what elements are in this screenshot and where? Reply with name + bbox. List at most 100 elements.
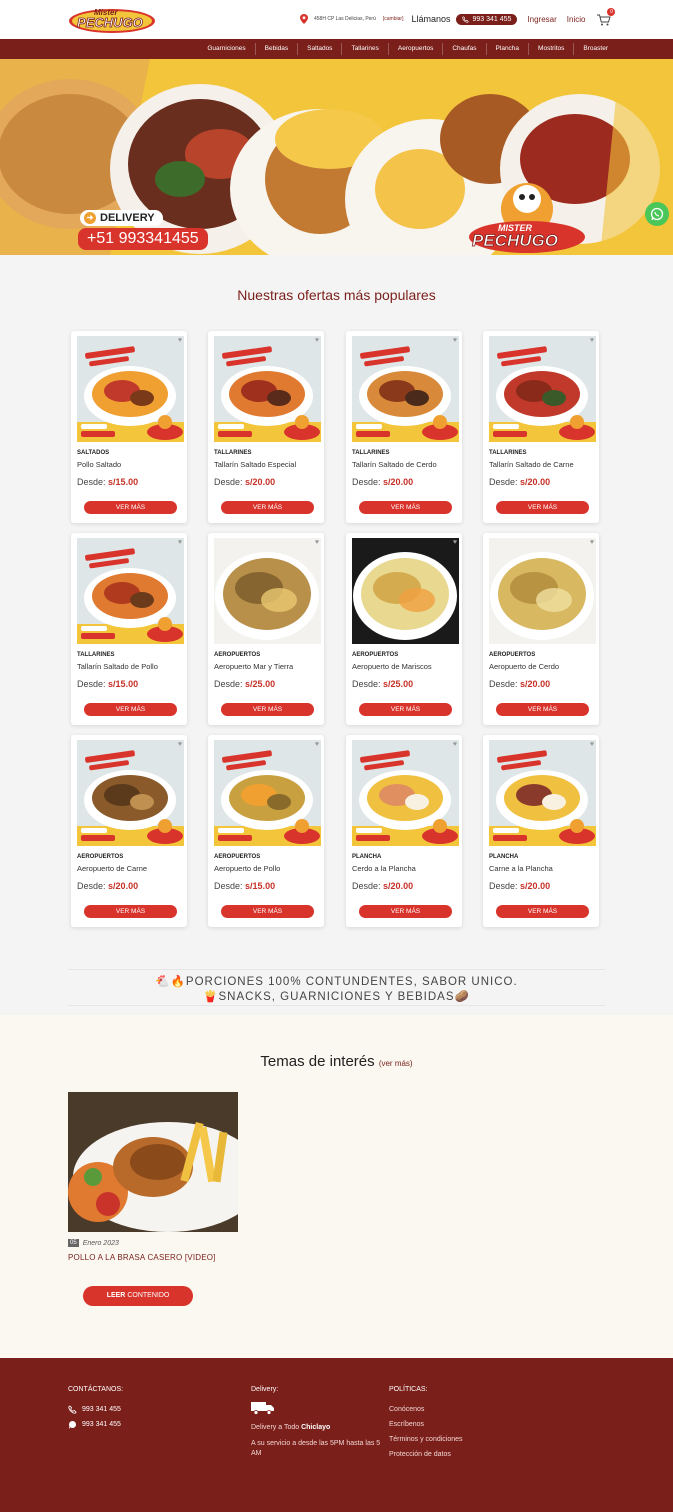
product-image[interactable]: [489, 740, 596, 846]
favorite-heart-icon[interactable]: ♥: [178, 741, 182, 748]
product-card[interactable]: ♥ TALLARINES Tallarín Saltado Especial Desd…: [208, 331, 324, 523]
price-prefix: Desde:: [489, 881, 518, 891]
product-name[interactable]: Aeropuerto de Cerdo: [489, 662, 597, 671]
menu-item-saltados[interactable]: Saltados: [297, 43, 341, 55]
product-card[interactable]: ♥ PLANCHA Carne a la Plancha Desde: s/20.00…: [483, 735, 599, 927]
policy-link-proteccion[interactable]: Protección de datos: [389, 1450, 469, 1459]
product-image[interactable]: [352, 538, 459, 644]
product-image[interactable]: [214, 336, 321, 442]
footer-policies-column: POLÍTICAS: Conócenos Escríbenos Términos…: [389, 1386, 469, 1465]
favorite-heart-icon[interactable]: ♥: [315, 741, 319, 748]
change-address-link[interactable]: [cambiar]: [383, 16, 404, 22]
product-card[interactable]: ♥ AEROPUERTOS Aeropuerto de Cerdo Desde: s/…: [483, 533, 599, 725]
product-image[interactable]: [489, 336, 596, 442]
see-more-button[interactable]: VER MÁS: [84, 905, 177, 918]
price-value: s/15.00: [245, 881, 276, 891]
menu-item-bebidas[interactable]: Bebidas: [254, 43, 298, 55]
product-name[interactable]: Aeropuerto de Mariscos: [352, 662, 460, 671]
product-card[interactable]: ♥ AEROPUERTOS Aeropuerto de Mariscos Desde:…: [346, 533, 462, 725]
product-card[interactable]: ♥ TALLARINES Tallarín Saltado de Pollo Desd…: [71, 533, 187, 725]
cart-button[interactable]: 0: [597, 8, 616, 26]
product-image[interactable]: [352, 336, 459, 442]
product-card[interactable]: ♥ TALLARINES Tallarín Saltado de Carne Desd…: [483, 331, 599, 523]
product-image[interactable]: [77, 538, 184, 644]
menu-item-chaufas[interactable]: Chaufas: [442, 43, 485, 55]
offers-section-title: Nuestras ofertas más populares: [237, 287, 436, 303]
product-image[interactable]: [77, 740, 184, 846]
see-more-button[interactable]: VER MÁS: [221, 703, 314, 716]
product-name[interactable]: Tallarín Saltado Especial: [214, 460, 322, 469]
footer-whatsapp-row[interactable]: 993 341 455: [68, 1420, 123, 1429]
favorite-heart-icon[interactable]: ♥: [315, 539, 319, 546]
product-name[interactable]: Tallarín Saltado de Cerdo: [352, 460, 460, 469]
footer-phone-row[interactable]: 993 341 455: [68, 1405, 123, 1414]
product-photo: [489, 538, 596, 644]
favorite-heart-icon[interactable]: ♥: [590, 539, 594, 546]
see-more-button[interactable]: VER MÁS: [359, 501, 452, 514]
favorite-heart-icon[interactable]: ♥: [453, 337, 457, 344]
product-category: SALTADOS: [77, 450, 110, 456]
whatsapp-float-button[interactable]: [645, 202, 669, 226]
favorite-heart-icon[interactable]: ♥: [178, 337, 182, 344]
product-category: AEROPUERTOS: [214, 652, 261, 658]
login-link[interactable]: Ingresar: [527, 15, 556, 24]
favorite-heart-icon[interactable]: ♥: [590, 741, 594, 748]
menu-item-mostritos[interactable]: Mostritos: [528, 43, 573, 55]
footer-delivery-title: Delivery:: [251, 1386, 279, 1393]
product-image[interactable]: [214, 740, 321, 846]
product-name[interactable]: Tallarín Saltado de Carne: [489, 460, 597, 469]
favorite-heart-icon[interactable]: ♥: [453, 741, 457, 748]
mister-pechugo-logo[interactable]: Mister PECHUGO: [68, 4, 156, 34]
favorite-heart-icon[interactable]: ♥: [178, 539, 182, 546]
blog-post-image[interactable]: [68, 1092, 238, 1232]
product-name[interactable]: Tallarín Saltado de Pollo: [77, 662, 185, 671]
menu-item-guarniciones[interactable]: Guarniciones: [198, 43, 254, 55]
product-image[interactable]: [352, 740, 459, 846]
product-card[interactable]: ♥ PLANCHA Cerdo a la Plancha Desde: s/20.00…: [346, 735, 462, 927]
product-category: TALLARINES: [352, 450, 390, 456]
policy-link-conocenos[interactable]: Conócenos: [389, 1405, 469, 1414]
whatsapp-icon: [650, 207, 664, 221]
product-image[interactable]: [489, 538, 596, 644]
favorite-heart-icon[interactable]: ♥: [315, 337, 319, 344]
policy-link-terminos[interactable]: Términos y condiciones: [389, 1435, 469, 1444]
product-card[interactable]: ♥ SALTADOS Pollo Saltado Desde: s/15.00 VER …: [71, 331, 187, 523]
see-more-button[interactable]: VER MÁS: [496, 905, 589, 918]
product-name[interactable]: Carne a la Plancha: [489, 864, 597, 873]
menu-item-tallarines[interactable]: Tallarines: [341, 43, 387, 55]
product-name[interactable]: Aeropuerto Mar y Tierra: [214, 662, 322, 671]
product-card[interactable]: ♥ AEROPUERTOS Aeropuerto de Pollo Desde: s/…: [208, 735, 324, 927]
header-phone-button[interactable]: 993 341 455: [456, 13, 518, 25]
see-more-link[interactable]: (ver más): [379, 1059, 413, 1068]
product-card[interactable]: ♥ TALLARINES Tallarín Saltado de Cerdo Desd…: [346, 331, 462, 523]
product-card[interactable]: ♥ AEROPUERTOS Aeropuerto Mar y Tierra Desde…: [208, 533, 324, 725]
product-name[interactable]: Aeropuerto de Pollo: [214, 864, 322, 873]
product-image[interactable]: [214, 538, 321, 644]
favorite-heart-icon[interactable]: ♥: [453, 539, 457, 546]
product-image[interactable]: [77, 336, 184, 442]
product-photo: [352, 538, 459, 644]
see-more-button[interactable]: VER MÁS: [221, 501, 314, 514]
menu-item-broaster[interactable]: Broaster: [573, 43, 617, 55]
see-more-button[interactable]: VER MÁS: [221, 905, 314, 918]
see-more-button[interactable]: VER MÁS: [359, 905, 452, 918]
policy-link-escribenos[interactable]: Escríbenos: [389, 1420, 469, 1429]
product-name[interactable]: Cerdo a la Plancha: [352, 864, 460, 873]
footer-contact-title: CONTÁCTANOS:: [68, 1386, 124, 1393]
read-more-button[interactable]: LEER CONTENIDO: [83, 1286, 193, 1306]
blog-section: Temas de interés (ver más) 05 Enero 2023…: [0, 1015, 673, 1358]
menu-item-aeropuertos[interactable]: Aeropuertos: [387, 43, 442, 55]
see-more-button[interactable]: VER MÁS: [84, 703, 177, 716]
home-link[interactable]: Inicio: [567, 15, 586, 24]
see-more-button[interactable]: VER MÁS: [84, 501, 177, 514]
product-name[interactable]: Aeropuerto de Carne: [77, 864, 185, 873]
favorite-heart-icon[interactable]: ♥: [590, 337, 594, 344]
see-more-button[interactable]: VER MÁS: [359, 703, 452, 716]
product-name[interactable]: Pollo Saltado: [77, 460, 185, 469]
blog-post-title[interactable]: POLLO A LA BRASA CASERO [VIDEO]: [68, 1253, 216, 1262]
product-card[interactable]: ♥ AEROPUERTOS Aeropuerto de Carne Desde: s/…: [71, 735, 187, 927]
menu-item-plancha[interactable]: Plancha: [485, 43, 529, 55]
product-category: TALLARINES: [489, 450, 527, 456]
see-more-button[interactable]: VER MÁS: [496, 501, 589, 514]
see-more-button[interactable]: VER MÁS: [496, 703, 589, 716]
